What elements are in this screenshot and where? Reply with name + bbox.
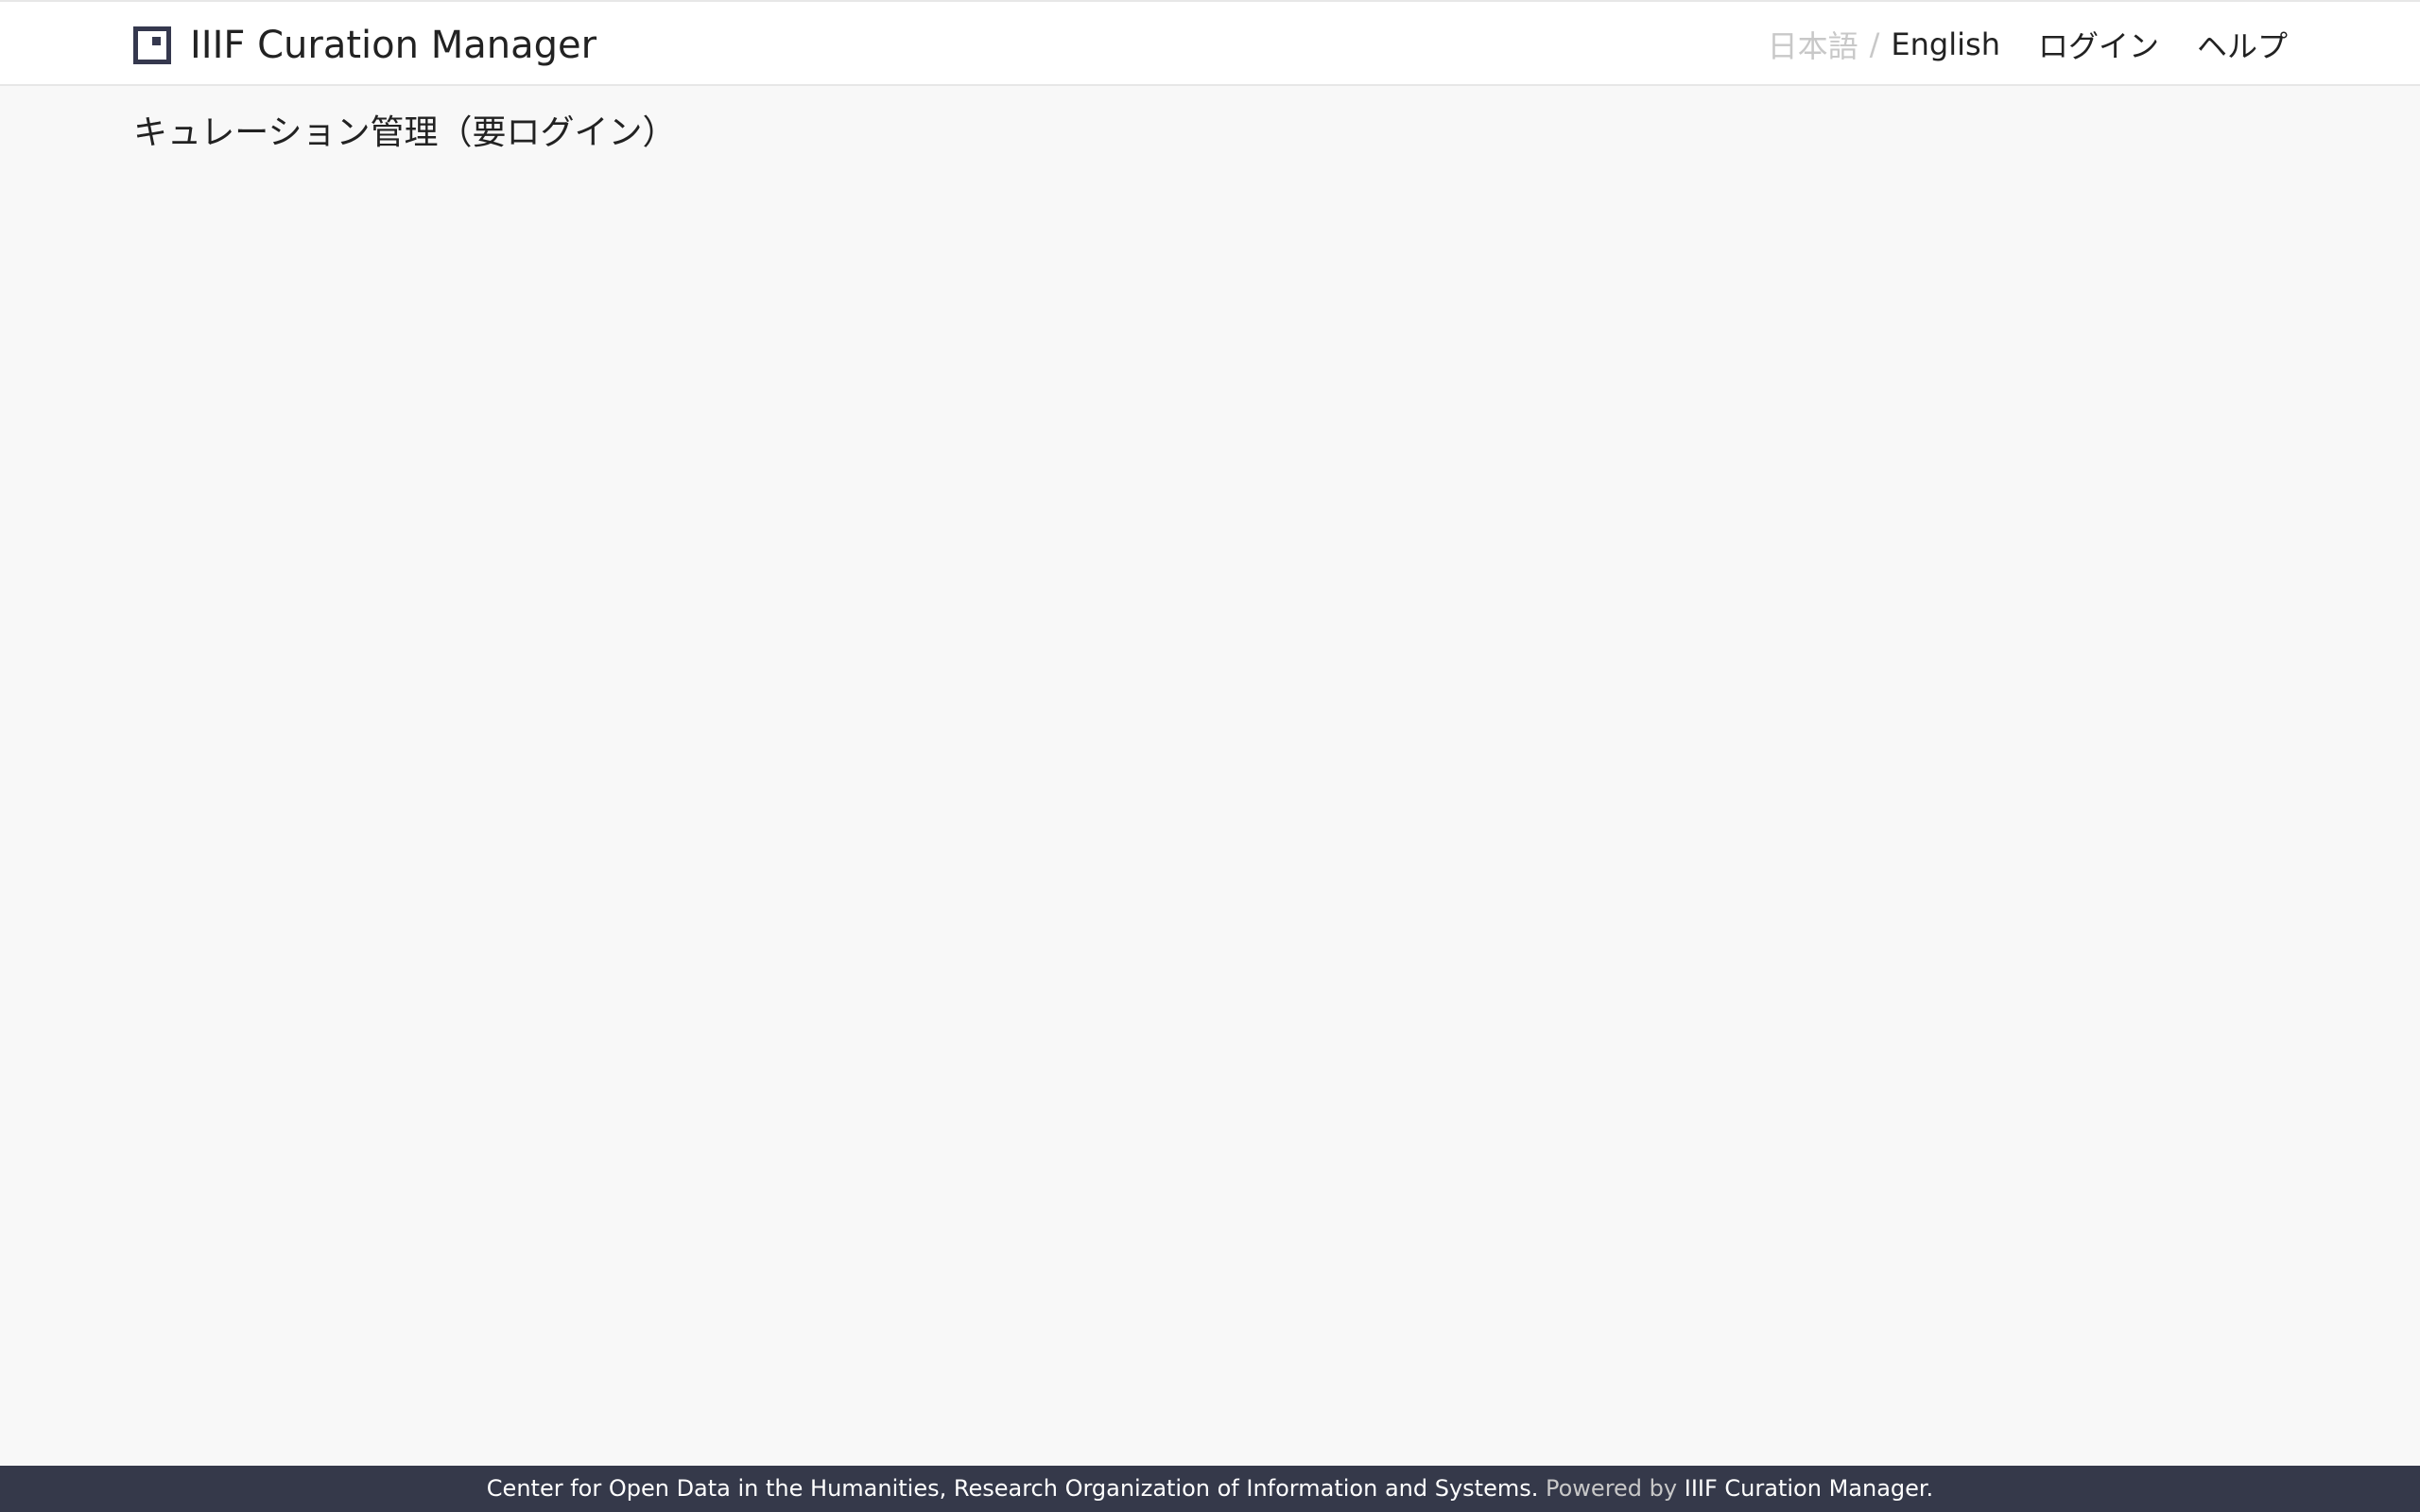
footer: Center for Open Data in the Humanities, … [0, 1466, 2420, 1512]
brand-link[interactable]: IIIF Curation Manager [133, 25, 596, 66]
language-english-link[interactable]: English [1891, 26, 2000, 62]
footer-org-text: Center for Open Data in the Humanities, … [486, 1475, 1539, 1502]
page-title: キュレーション管理（要ログイン） [133, 113, 677, 152]
footer-product-link[interactable]: IIIF Curation Manager. [1685, 1475, 1933, 1502]
nav-right: 日本語 / English ログイン ヘルプ [1768, 23, 2288, 66]
footer-powered-by: Powered by [1546, 1475, 1678, 1502]
top-navbar: IIIF Curation Manager 日本語 / English ログイン… [0, 0, 2420, 86]
help-link[interactable]: ヘルプ [2197, 23, 2288, 66]
language-separator: / [1869, 26, 1880, 62]
app-title: IIIF Curation Manager [190, 24, 597, 67]
language-japanese-link[interactable]: 日本語 [1768, 23, 1858, 66]
login-link[interactable]: ログイン [2038, 23, 2159, 66]
iiif-curation-logo-icon [133, 26, 171, 64]
